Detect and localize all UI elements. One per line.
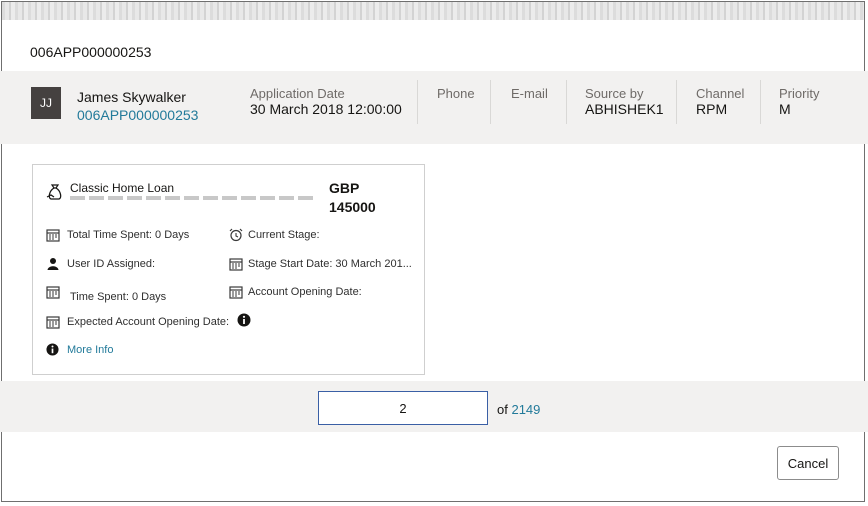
header-divider (566, 80, 567, 124)
of-label: of (497, 402, 508, 417)
header-divider (760, 80, 761, 124)
source-by-value: ABHISHEK1 (585, 101, 664, 117)
user-id-assigned: User ID Assigned: (67, 258, 156, 270)
application-date-label: Application Date (250, 86, 345, 101)
channel-value: RPM (696, 101, 728, 117)
header-divider (417, 80, 418, 124)
phone-field: Phone (437, 86, 475, 101)
cancel-button[interactable]: Cancel (777, 446, 839, 480)
calendar-icon (229, 286, 243, 299)
dialog-title: 006APP000000253 (30, 44, 152, 60)
dialog-top-strip (2, 2, 864, 20)
application-number-link[interactable]: 006APP000000253 (77, 107, 198, 123)
source-by-field: Source by ABHISHEK1 (585, 86, 664, 117)
account-opening-date: Account Opening Date: (248, 286, 362, 298)
priority-value: M (779, 101, 791, 117)
header-divider (490, 80, 491, 124)
calendar-icon (229, 258, 243, 271)
alarm-clock-icon (229, 228, 243, 242)
email-label: E-mail (511, 86, 548, 101)
channel-label: Channel (696, 86, 745, 101)
stage-start-date: Stage Start Date: 30 March 201... (248, 258, 412, 270)
page-number-input[interactable] (318, 391, 488, 425)
calendar-icon (46, 229, 60, 242)
application-date-value: 30 March 2018 12:00:00 (250, 101, 402, 117)
avatar: JJ (31, 87, 61, 119)
customer-name: James Skywalker (77, 89, 186, 105)
info-icon (46, 343, 59, 356)
calendar-icon (46, 286, 60, 299)
priority-label: Priority (779, 86, 820, 101)
masked-account-placeholder (70, 196, 314, 200)
header-divider (676, 80, 677, 124)
total-pages: 2149 (511, 402, 541, 417)
page-total: of 2149 (497, 402, 540, 417)
current-stage: Current Stage: (248, 229, 320, 241)
application-date-field: Application Date 30 March 2018 12:00:00 (250, 86, 402, 117)
email-field: E-mail (511, 86, 548, 101)
time-spent: Time Spent: 0 Days (70, 291, 167, 303)
total-time-spent: Total Time Spent: 0 Days (67, 229, 190, 241)
phone-label: Phone (437, 86, 475, 101)
source-by-label: Source by (585, 86, 644, 101)
user-icon (47, 258, 59, 270)
priority-field: Priority M (779, 86, 819, 117)
loan-amount: 145000 (329, 199, 376, 215)
info-icon[interactable] (237, 313, 251, 327)
channel-field: Channel RPM (696, 86, 744, 117)
more-info-link[interactable]: More Info (67, 344, 113, 356)
product-bag-icon (46, 184, 62, 200)
product-name: Classic Home Loan (70, 181, 175, 195)
expected-account-opening-date: Expected Account Opening Date: (67, 316, 230, 328)
currency: GBP (329, 180, 360, 196)
calendar-icon (46, 316, 60, 329)
